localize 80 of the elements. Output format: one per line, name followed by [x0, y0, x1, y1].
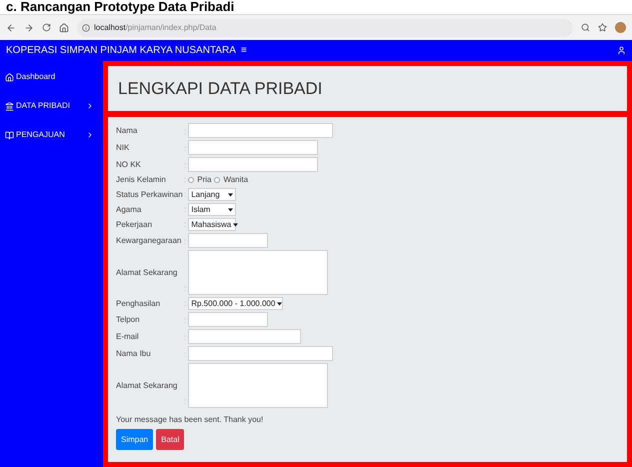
- sidebar-item[interactable]: DATA PRIBADI: [5, 100, 98, 112]
- bank-icon: [5, 102, 14, 110]
- avatar[interactable]: [615, 22, 626, 33]
- field-label: Nama Ibu: [116, 348, 152, 360]
- sidebar-item[interactable]: PENGAJUAN: [5, 129, 98, 141]
- separator: :: [184, 204, 186, 216]
- field-label: Agama: [116, 204, 142, 216]
- separator: :: [184, 332, 186, 344]
- caret-icon: [228, 192, 234, 196]
- separator: :: [184, 298, 186, 310]
- user-icon[interactable]: [617, 46, 626, 55]
- text-field[interactable]: [188, 157, 318, 172]
- field-label: NIK: [116, 142, 130, 154]
- home-icon[interactable]: [59, 22, 69, 32]
- text-area[interactable]: [188, 363, 328, 408]
- chevron-icon: [86, 131, 94, 139]
- field-label: Nama: [116, 124, 138, 136]
- separator: :: [184, 126, 186, 138]
- success-message: Your message has been sent. Thank you!: [116, 414, 264, 426]
- search-icon[interactable]: [581, 23, 590, 32]
- save-button[interactable]: Simpan: [116, 429, 154, 450]
- separator: :: [184, 315, 186, 327]
- field-label: Pekerjaan: [116, 218, 154, 230]
- select-value: Rp.500.000 - 1.000.000: [191, 298, 276, 310]
- radio-label: Pria: [197, 174, 212, 186]
- separator: :: [184, 396, 186, 408]
- field-label: Telpon: [116, 314, 141, 326]
- text-field[interactable]: [188, 312, 268, 327]
- star-icon[interactable]: [598, 23, 607, 32]
- field-label: Alamat Sekarang: [116, 380, 178, 392]
- separator: :: [184, 189, 186, 201]
- text-field[interactable]: [188, 329, 302, 344]
- app-title: KOPERASI SIMPAN PINJAM KARYA NUSANTARA: [6, 44, 236, 58]
- radio-button[interactable]: [214, 177, 220, 183]
- chevron-icon: [86, 102, 94, 110]
- forward-icon[interactable]: [24, 22, 34, 32]
- caret-icon: [233, 222, 238, 226]
- page-title: LENGKAPI DATA PRIBADI: [118, 78, 322, 100]
- select-field[interactable]: Islam: [188, 203, 236, 216]
- select-field[interactable]: Lanjang: [188, 188, 236, 201]
- separator: :: [184, 283, 186, 295]
- radio-label: Wanita: [223, 174, 248, 186]
- field-label: Jenis Kelamin: [116, 174, 167, 186]
- back-icon[interactable]: [6, 22, 16, 32]
- caption: c. Rancangan Prototype Data Pribadi: [5, 0, 236, 14]
- separator: :: [184, 160, 186, 172]
- separator: :: [184, 349, 186, 361]
- field-label: Status Perkawinan: [116, 188, 184, 200]
- cancel-button[interactable]: Batal: [156, 429, 184, 450]
- select-field[interactable]: Mahasiswa: [188, 218, 236, 231]
- book-icon: [5, 130, 14, 140]
- radio-button[interactable]: [188, 177, 194, 183]
- separator: :: [184, 174, 186, 186]
- field-label: Alamat Sekarang: [116, 266, 178, 278]
- separator: :: [184, 219, 186, 231]
- caret-icon: [277, 302, 282, 306]
- field-label: E-mail: [116, 330, 140, 342]
- field-label: NO KK: [116, 158, 142, 170]
- select-field[interactable]: Rp.500.000 - 1.000.000: [188, 297, 284, 310]
- address-bar[interactable]: localhost/pinjaman/index.php/Data: [77, 18, 573, 36]
- text-field[interactable]: [188, 346, 334, 361]
- url-host: localhost: [94, 22, 126, 32]
- menu-button[interactable]: ≡: [240, 43, 247, 58]
- field-label: Penghasilan: [116, 298, 162, 310]
- text-field[interactable]: [188, 233, 268, 248]
- select-value: Mahasiswa: [191, 218, 232, 230]
- select-value: Islam: [191, 204, 210, 216]
- text-area[interactable]: [188, 250, 328, 295]
- info-icon: [82, 24, 90, 32]
- field-label: Kewarganegaraan: [116, 234, 182, 246]
- reload-icon[interactable]: [42, 23, 51, 32]
- select-value: Lanjang: [191, 188, 220, 200]
- url-path: /pinjaman/index.php/Data: [126, 22, 216, 34]
- home-icon: [5, 72, 14, 82]
- separator: :: [184, 143, 186, 155]
- text-field[interactable]: [188, 140, 318, 155]
- caret-icon: [228, 208, 234, 212]
- text-field[interactable]: [188, 123, 334, 138]
- separator: :: [184, 236, 186, 248]
- sidebar-item[interactable]: Dashboard: [5, 71, 98, 83]
